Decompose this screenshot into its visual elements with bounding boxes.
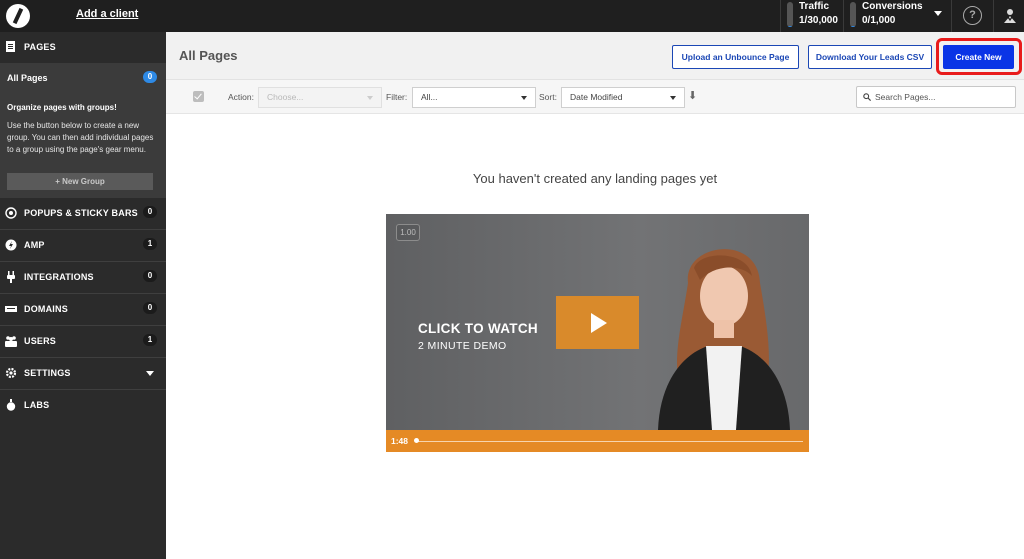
search-icon: [863, 93, 871, 101]
sidebar-item-label: DOMAINS: [24, 304, 68, 314]
sort-direction-icon[interactable]: ⬇: [688, 89, 697, 102]
user-menu-icon[interactable]: [1003, 8, 1017, 24]
gear-icon: [5, 367, 17, 379]
unbounce-logo-icon[interactable]: [6, 4, 30, 28]
domains-count-badge: 0: [143, 302, 157, 314]
sidebar-item-label: AMP: [24, 240, 45, 250]
pages-icon: [6, 41, 15, 52]
download-leads-csv-button[interactable]: Download Your Leads CSV: [808, 45, 932, 69]
sidebar-item-integrations[interactable]: INTEGRATIONS 0: [0, 262, 166, 293]
playback-speed-badge[interactable]: 1.00: [396, 224, 420, 241]
sidebar-item-label: LABS: [24, 400, 50, 410]
users-icon: [5, 336, 17, 347]
plug-icon: [7, 271, 15, 283]
sidebar-item-pages[interactable]: PAGES: [0, 32, 166, 63]
filter-label: Filter:: [386, 92, 408, 102]
topbar-divider: [951, 0, 952, 32]
topbar-divider: [993, 0, 994, 32]
conversions-progress-fill: [850, 26, 856, 27]
amp-count-badge: 1: [143, 238, 157, 250]
new-group-button[interactable]: + New Group: [7, 173, 153, 190]
settings-chevron-down-icon: [146, 371, 154, 376]
video-progress-track[interactable]: [416, 441, 803, 442]
groups-note-title: Organize pages with groups!: [7, 103, 117, 112]
sidebar-item-all-pages[interactable]: All Pages 0: [0, 63, 166, 94]
sidebar-item-label: All Pages: [7, 73, 48, 83]
sidebar-item-settings[interactable]: SETTINGS: [0, 358, 166, 389]
video-cta-title: CLICK TO WATCH: [418, 321, 538, 336]
add-client-link[interactable]: Add a client: [76, 8, 138, 20]
page-title: All Pages: [179, 48, 238, 63]
search-input[interactable]: [875, 90, 1010, 104]
traffic-progress-bar: [787, 2, 793, 27]
filter-select-value: All...: [421, 92, 438, 102]
target-icon: [5, 207, 17, 219]
all-pages-count-badge: 0: [143, 71, 157, 83]
conversions-meter[interactable]: Conversions 0/1,000: [843, 0, 948, 32]
demo-video-player[interactable]: 1.00 CLICK TO WATCH 2 MINUTE DEMO 1:48: [386, 214, 809, 452]
upload-page-button[interactable]: Upload an Unbounce Page: [672, 45, 799, 69]
conversions-value: 0/1,000: [862, 15, 896, 26]
sidebar-item-label: INTEGRATIONS: [24, 272, 94, 282]
filter-select[interactable]: All...: [412, 87, 536, 108]
traffic-value: 1/30,000: [799, 15, 838, 26]
sidebar-item-domains[interactable]: DOMAINS 0: [0, 294, 166, 325]
www-icon: [5, 306, 17, 312]
traffic-label: Traffic: [799, 1, 830, 12]
flask-icon: [6, 399, 16, 411]
create-new-button[interactable]: Create New: [943, 45, 1014, 69]
sidebar-item-labs[interactable]: LABS: [0, 390, 166, 421]
integrations-count-badge: 0: [143, 270, 157, 282]
action-select[interactable]: Choose...: [258, 87, 382, 108]
sort-select-value: Date Modified: [570, 92, 623, 102]
empty-state-message: You haven't created any landing pages ye…: [472, 171, 718, 186]
video-scrubber-handle[interactable]: [414, 438, 419, 443]
sidebar-item-amp[interactable]: AMP 1: [0, 230, 166, 261]
filter-toolbar: Action: Choose... Filter: All... Sort: D…: [166, 80, 1024, 114]
sort-select[interactable]: Date Modified: [561, 87, 685, 108]
presenter-image: [658, 249, 790, 430]
page-header: All Pages Upload an Unbounce Page Downlo…: [166, 32, 1024, 80]
conversions-progress-bar: [850, 2, 856, 27]
account-dropdown-chevron-icon[interactable]: [934, 11, 942, 16]
search-box[interactable]: [856, 86, 1016, 108]
action-select-value: Choose...: [267, 92, 304, 102]
chevron-down-icon: [670, 96, 676, 100]
users-count-badge: 1: [143, 334, 157, 346]
popups-count-badge: 0: [143, 206, 157, 218]
help-icon[interactable]: ?: [963, 6, 982, 25]
video-duration: 1:48: [391, 436, 409, 446]
sidebar-item-label: SETTINGS: [24, 368, 71, 378]
action-label: Action:: [228, 92, 254, 102]
traffic-progress-fill: [787, 26, 793, 27]
sidebar-item-users[interactable]: USERS 1: [0, 326, 166, 357]
chevron-down-icon: [367, 96, 373, 100]
select-all-checkbox[interactable]: [193, 91, 204, 102]
video-control-bar: 1:48: [386, 430, 809, 452]
top-bar: Add a client Traffic 1/30,000 Conversion…: [0, 0, 1024, 32]
play-icon[interactable]: [556, 296, 639, 349]
video-cta-subtitle: 2 MINUTE DEMO: [418, 340, 507, 352]
traffic-meter: Traffic 1/30,000: [780, 0, 840, 32]
conversions-label: Conversions: [862, 1, 923, 12]
groups-note-body: Use the button below to create a new gro…: [7, 121, 154, 154]
sidebar-item-label: PAGES: [24, 42, 56, 52]
sidebar-item-popups[interactable]: POPUPS & STICKY BARS 0: [0, 198, 166, 229]
lightning-icon: [5, 239, 17, 251]
sidebar-item-label: POPUPS & STICKY BARS: [24, 208, 138, 218]
sidebar-item-label: USERS: [24, 336, 57, 346]
sort-label: Sort:: [539, 92, 557, 102]
sidebar: PAGES All Pages 0 Organize pages with gr…: [0, 32, 166, 559]
chevron-down-icon: [521, 96, 527, 100]
